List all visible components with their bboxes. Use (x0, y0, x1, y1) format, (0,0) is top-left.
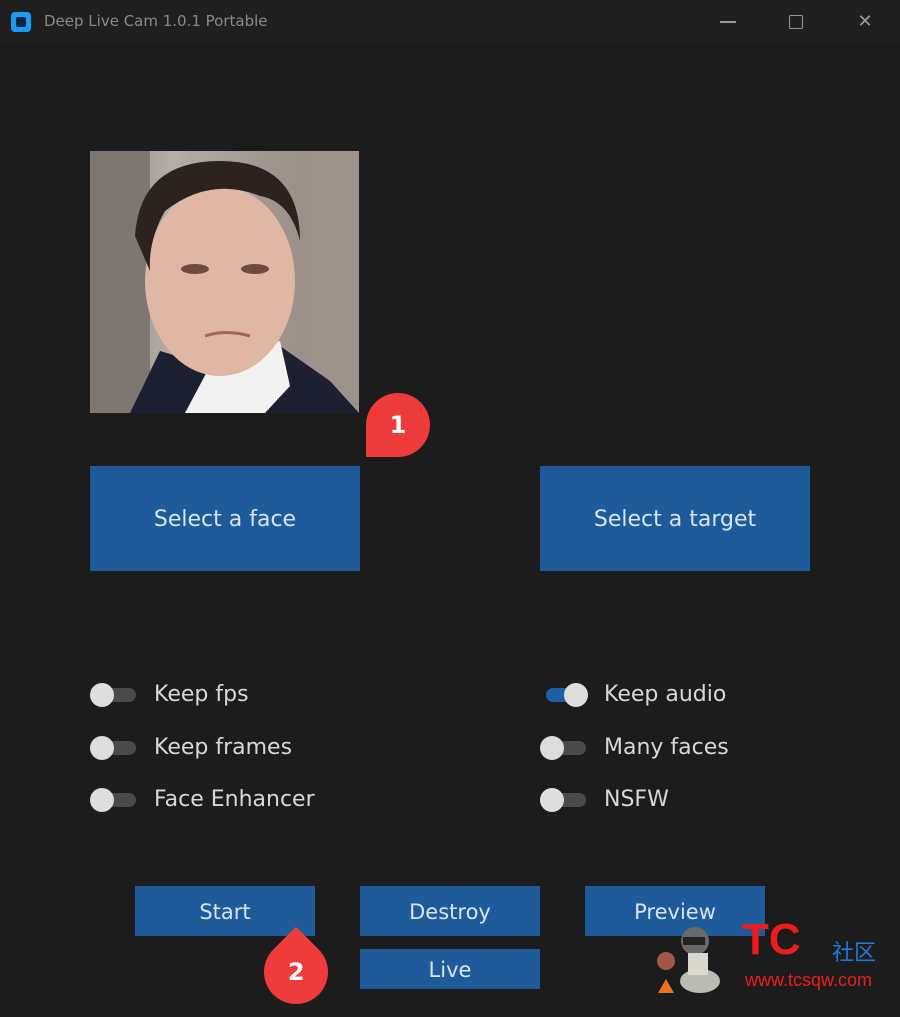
switch-label: Keep fps (154, 681, 249, 707)
switch-label: Face Enhancer (154, 786, 315, 812)
switch-label: NSFW (604, 786, 669, 812)
start-button[interactable]: Start (135, 886, 315, 936)
select-target-button[interactable]: Select a target (540, 466, 810, 571)
close-icon: ✕ (857, 11, 873, 32)
watermark-brand: TC (742, 915, 801, 964)
nsfw-switch[interactable]: NSFW (540, 784, 669, 814)
watermark-mascot-icon (657, 927, 720, 993)
watermark-brand-cn: 社区 (832, 941, 877, 966)
switch-label: Keep frames (154, 734, 293, 760)
window-title: Deep Live Cam 1.0.1 Portable (44, 12, 268, 30)
switch-label: Keep audio (604, 681, 727, 707)
marker-number: 1 (389, 411, 407, 439)
toggle-track[interactable] (540, 736, 588, 760)
select-face-button[interactable]: Select a face (90, 466, 360, 571)
keep-audio-switch[interactable]: Keep audio (540, 679, 726, 709)
marker-number: 2 (287, 958, 305, 987)
maximize-icon (789, 15, 803, 29)
switch-label: Many faces (604, 734, 729, 760)
toggle-track[interactable] (540, 683, 588, 707)
toggle-track[interactable] (540, 788, 588, 812)
annotation-marker-2: 2 (250, 926, 342, 1017)
many-faces-switch[interactable]: Many faces (540, 732, 729, 762)
keep-fps-switch[interactable]: Keep fps (90, 679, 249, 709)
annotation-marker-1: 1 (366, 393, 430, 457)
destroy-button[interactable]: Destroy (360, 886, 540, 936)
toggle-track[interactable] (90, 683, 138, 707)
source-face-image (90, 151, 359, 413)
minimize-button[interactable] (705, 6, 751, 38)
watermark-url: www.tcsqw.com (745, 970, 873, 990)
keep-frames-switch[interactable]: Keep frames (90, 732, 292, 762)
watermark: TC 社区 www.tcsqw.com (650, 915, 895, 1005)
minimize-icon (720, 21, 736, 23)
title-bar: Deep Live Cam 1.0.1 Portable ✕ (0, 0, 900, 44)
toggle-track[interactable] (90, 736, 138, 760)
face-enhancer-switch[interactable]: Face Enhancer (90, 784, 315, 814)
close-button[interactable]: ✕ (842, 6, 888, 38)
face-photo-illustration (90, 151, 359, 413)
app-icon (11, 12, 31, 32)
toggle-track[interactable] (90, 788, 138, 812)
maximize-button[interactable] (773, 6, 819, 38)
live-button[interactable]: Live (360, 949, 540, 989)
